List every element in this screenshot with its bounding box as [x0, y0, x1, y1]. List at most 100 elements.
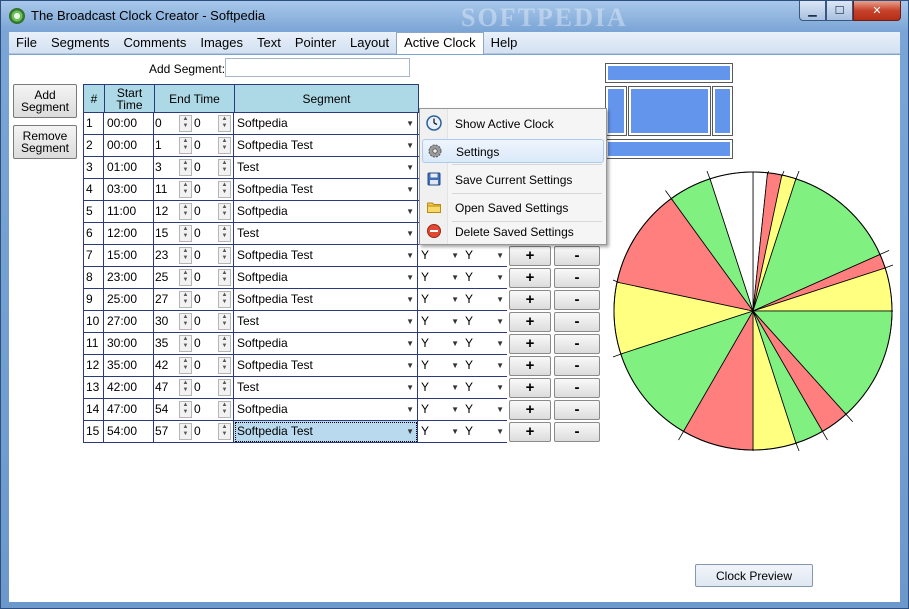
- end-seconds-stepper[interactable]: 0 ▲ ▼: [194, 267, 234, 289]
- end-minutes-stepper[interactable]: 0 ▲ ▼: [154, 113, 194, 135]
- menu-pointer[interactable]: Pointer: [288, 32, 343, 54]
- option-b-dropdown[interactable]: Y▼: [462, 355, 507, 377]
- end-minutes-stepper[interactable]: 35 ▲ ▼: [154, 333, 194, 355]
- insert-row-button[interactable]: +: [509, 334, 551, 354]
- spin-arrows-icon[interactable]: ▲ ▼: [179, 159, 192, 176]
- end-minutes-stepper[interactable]: 54 ▲ ▼: [154, 399, 194, 421]
- end-minutes-stepper[interactable]: 3 ▲ ▼: [154, 157, 194, 179]
- spin-arrows-icon[interactable]: ▲ ▼: [179, 379, 192, 396]
- option-b-dropdown[interactable]: Y▼: [462, 333, 507, 355]
- menu-images[interactable]: Images: [193, 32, 250, 54]
- end-seconds-stepper[interactable]: 0 ▲ ▼: [194, 135, 234, 157]
- menu-item-delete-saved-settings[interactable]: Delete Saved Settings: [422, 220, 604, 244]
- end-seconds-stepper[interactable]: 0 ▲ ▼: [194, 311, 234, 333]
- title-bar[interactable]: The Broadcast Clock Creator - Softpedia …: [1, 1, 908, 32]
- start-time-cell[interactable]: 42:00: [104, 377, 154, 399]
- menu-item-open-saved-settings[interactable]: Open Saved Settings: [422, 196, 604, 220]
- option-b-dropdown[interactable]: Y▼: [462, 245, 507, 267]
- delete-row-button[interactable]: -: [554, 312, 600, 332]
- option-a-dropdown[interactable]: Y▼: [418, 399, 462, 421]
- add-segment-button[interactable]: Add Segment: [13, 84, 77, 118]
- end-seconds-stepper[interactable]: 0 ▲ ▼: [194, 157, 234, 179]
- spin-arrows-icon[interactable]: ▲ ▼: [218, 335, 231, 352]
- delete-row-button[interactable]: -: [554, 378, 600, 398]
- option-a-dropdown[interactable]: Y▼: [418, 267, 462, 289]
- end-minutes-stepper[interactable]: 25 ▲ ▼: [154, 267, 194, 289]
- start-time-cell[interactable]: 35:00: [104, 355, 154, 377]
- insert-row-button[interactable]: +: [509, 400, 551, 420]
- layout-bottom-bar-thumbnail[interactable]: [605, 139, 733, 159]
- end-minutes-stepper[interactable]: 27 ▲ ▼: [154, 289, 194, 311]
- segment-dropdown[interactable]: Softpedia ▼: [234, 113, 418, 135]
- segment-dropdown[interactable]: Test ▼: [234, 223, 418, 245]
- start-time-cell[interactable]: 30:00: [104, 333, 154, 355]
- spin-arrows-icon[interactable]: ▲ ▼: [218, 379, 231, 396]
- segment-dropdown[interactable]: Softpedia ▼: [234, 399, 418, 421]
- spin-arrows-icon[interactable]: ▲ ▼: [218, 137, 231, 154]
- end-minutes-stepper[interactable]: 42 ▲ ▼: [154, 355, 194, 377]
- remove-segment-button[interactable]: Remove Segment: [13, 125, 77, 159]
- insert-row-button[interactable]: +: [509, 312, 551, 332]
- option-a-dropdown[interactable]: Y▼: [418, 421, 462, 443]
- menu-layout[interactable]: Layout: [343, 32, 396, 54]
- spin-arrows-icon[interactable]: ▲ ▼: [218, 423, 231, 440]
- spin-arrows-icon[interactable]: ▲ ▼: [218, 401, 231, 418]
- end-seconds-stepper[interactable]: 0 ▲ ▼: [194, 333, 234, 355]
- insert-row-button[interactable]: +: [509, 246, 551, 266]
- insert-row-button[interactable]: +: [509, 378, 551, 398]
- insert-row-button[interactable]: +: [509, 422, 551, 442]
- clock-preview-button[interactable]: Clock Preview: [695, 564, 813, 587]
- delete-row-button[interactable]: -: [554, 400, 600, 420]
- start-time-cell[interactable]: 01:00: [104, 157, 154, 179]
- end-seconds-stepper[interactable]: 0 ▲ ▼: [194, 399, 234, 421]
- end-minutes-stepper[interactable]: 47 ▲ ▼: [154, 377, 194, 399]
- spin-arrows-icon[interactable]: ▲ ▼: [218, 291, 231, 308]
- start-time-cell[interactable]: 23:00: [104, 267, 154, 289]
- segment-dropdown[interactable]: Softpedia Test ▼: [234, 289, 418, 311]
- menu-segments[interactable]: Segments: [44, 32, 117, 54]
- start-time-cell[interactable]: 27:00: [104, 311, 154, 333]
- spin-arrows-icon[interactable]: ▲ ▼: [179, 115, 192, 132]
- option-b-dropdown[interactable]: Y▼: [462, 267, 507, 289]
- end-seconds-stepper[interactable]: 0 ▲ ▼: [194, 245, 234, 267]
- segment-dropdown[interactable]: Test ▼: [234, 157, 418, 179]
- spin-arrows-icon[interactable]: ▲ ▼: [179, 203, 192, 220]
- segment-dropdown[interactable]: Softpedia Test ▼: [234, 421, 418, 443]
- insert-row-button[interactable]: +: [509, 356, 551, 376]
- spin-arrows-icon[interactable]: ▲ ▼: [179, 335, 192, 352]
- segment-dropdown[interactable]: Test ▼: [234, 311, 418, 333]
- spin-arrows-icon[interactable]: ▲ ▼: [218, 203, 231, 220]
- spin-arrows-icon[interactable]: ▲ ▼: [179, 401, 192, 418]
- start-time-cell[interactable]: 47:00: [104, 399, 154, 421]
- end-minutes-stepper[interactable]: 23 ▲ ▼: [154, 245, 194, 267]
- end-seconds-stepper[interactable]: 0 ▲ ▼: [194, 223, 234, 245]
- segment-dropdown[interactable]: Softpedia Test ▼: [234, 245, 418, 267]
- minimize-button[interactable]: ▁: [799, 1, 826, 21]
- layout-top-bar-thumbnail[interactable]: [605, 63, 733, 83]
- option-a-dropdown[interactable]: Y▼: [418, 245, 462, 267]
- spin-arrows-icon[interactable]: ▲ ▼: [179, 247, 192, 264]
- menu-text[interactable]: Text: [250, 32, 288, 54]
- menu-file[interactable]: File: [9, 32, 44, 54]
- segment-dropdown[interactable]: Softpedia ▼: [234, 333, 418, 355]
- segment-dropdown[interactable]: Softpedia ▼: [234, 201, 418, 223]
- spin-arrows-icon[interactable]: ▲ ▼: [218, 247, 231, 264]
- option-a-dropdown[interactable]: Y▼: [418, 333, 462, 355]
- start-time-cell[interactable]: 00:00: [104, 135, 154, 157]
- spin-arrows-icon[interactable]: ▲ ▼: [179, 313, 192, 330]
- menu-item-show-active-clock[interactable]: Show Active Clock: [422, 112, 604, 136]
- add-segment-input[interactable]: [225, 58, 410, 77]
- insert-row-button[interactable]: +: [509, 290, 551, 310]
- end-minutes-stepper[interactable]: 1 ▲ ▼: [154, 135, 194, 157]
- delete-row-button[interactable]: -: [554, 246, 600, 266]
- delete-row-button[interactable]: -: [554, 268, 600, 288]
- start-time-cell[interactable]: 25:00: [104, 289, 154, 311]
- spin-arrows-icon[interactable]: ▲ ▼: [218, 357, 231, 374]
- menu-active-clock[interactable]: Active Clock: [396, 31, 484, 54]
- end-minutes-stepper[interactable]: 11 ▲ ▼: [154, 179, 194, 201]
- start-time-cell[interactable]: 11:00: [104, 201, 154, 223]
- spin-arrows-icon[interactable]: ▲ ▼: [179, 291, 192, 308]
- end-seconds-stepper[interactable]: 0 ▲ ▼: [194, 421, 234, 443]
- segment-dropdown[interactable]: Test ▼: [234, 377, 418, 399]
- spin-arrows-icon[interactable]: ▲ ▼: [218, 159, 231, 176]
